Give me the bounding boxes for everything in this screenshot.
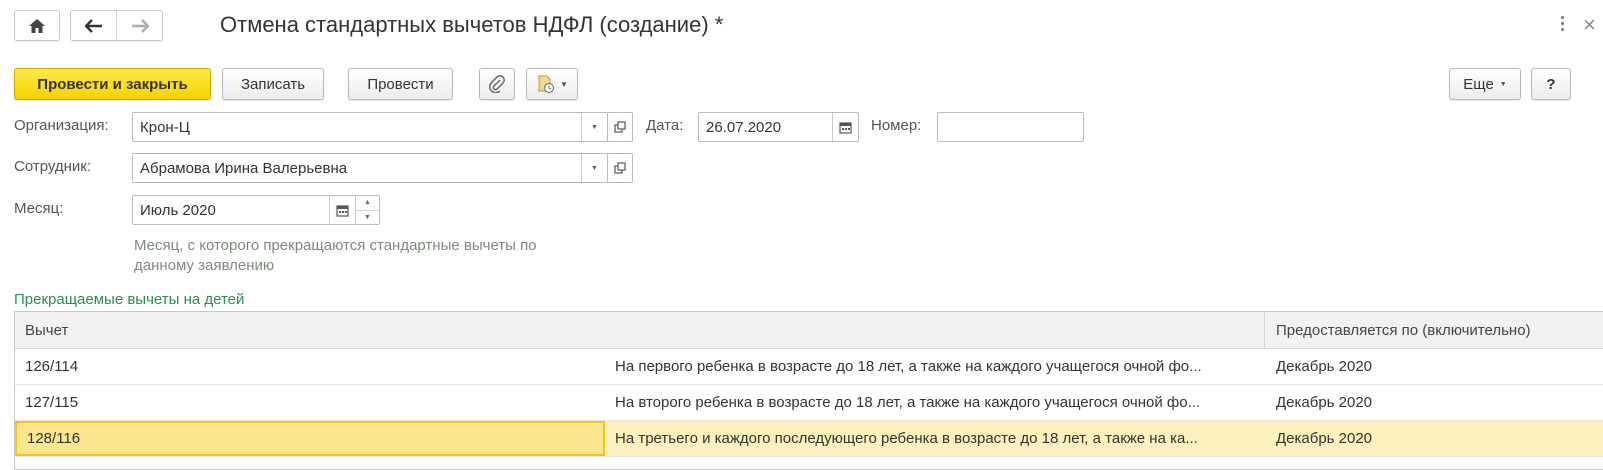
date-value[interactable]: 26.07.2020: [699, 113, 832, 141]
spin-down-icon[interactable]: ▼: [356, 209, 379, 225]
deduction-until[interactable]: Декабрь 2020: [1266, 385, 1603, 420]
forward-button[interactable]: [116, 11, 162, 40]
month-value[interactable]: Июль 2020: [133, 196, 329, 224]
table-row[interactable]: 127/115 На второго ребенка в возрасте до…: [15, 385, 1603, 421]
more-button[interactable]: Еще ▼: [1449, 68, 1521, 100]
calendar-icon: [336, 204, 349, 217]
history-navigation: [70, 10, 163, 41]
back-button[interactable]: [71, 11, 116, 40]
page-title: Отмена стандартных вычетов НДФЛ (создани…: [220, 12, 724, 37]
employee-value[interactable]: Абрамова Ирина Валерьевна: [133, 154, 581, 182]
organization-open-button[interactable]: [607, 112, 633, 142]
organization-label: Организация:: [14, 117, 109, 134]
table-row[interactable]: 126/114 На первого ребенка в возрасте до…: [15, 349, 1603, 385]
organization-value[interactable]: Крон-Ц: [133, 113, 581, 141]
employee-label: Сотрудник:: [14, 158, 92, 175]
table-row[interactable]: 128/116 На третьего и каждого последующе…: [15, 421, 1603, 457]
chevron-down-icon: ▼: [591, 164, 598, 172]
chevron-down-icon: ▼: [591, 123, 598, 131]
home-icon: [29, 18, 45, 33]
open-window-icon: [614, 121, 626, 133]
table-header: Вычет Предоставляется по (включительно): [15, 312, 1603, 349]
date-field[interactable]: 26.07.2020: [698, 112, 859, 142]
close-icon[interactable]: ×: [1583, 12, 1596, 38]
open-window-icon: [614, 162, 626, 174]
deduction-description[interactable]: На первого ребенка в возрасте до 18 лет,…: [605, 349, 1266, 384]
number-label: Номер:: [871, 117, 922, 134]
spin-up-icon[interactable]: ▲: [356, 196, 379, 210]
post-and-close-button[interactable]: Провести и закрыть: [14, 68, 211, 100]
deduction-code[interactable]: 126/114: [15, 349, 605, 384]
deductions-table: Вычет Предоставляется по (включительно) …: [14, 311, 1603, 470]
arrow-left-icon: [84, 18, 102, 33]
kebab-menu-icon[interactable]: [1558, 16, 1566, 36]
home-button[interactable]: [14, 10, 60, 41]
paperclip-icon: [489, 75, 505, 93]
month-calendar-button[interactable]: [329, 196, 355, 224]
deduction-until[interactable]: Декабрь 2020: [1266, 349, 1603, 384]
employee-dropdown-button[interactable]: ▼: [581, 154, 607, 182]
date-label: Дата:: [646, 117, 684, 134]
arrow-right-icon: [131, 18, 149, 33]
month-field[interactable]: Июль 2020 ▲ ▼: [132, 195, 380, 225]
employee-field[interactable]: Абрамова Ирина Валерьевна ▼: [132, 153, 608, 183]
chevron-down-icon: ▼: [1499, 80, 1507, 88]
attach-button[interactable]: [479, 68, 515, 100]
help-button[interactable]: ?: [1531, 68, 1571, 100]
number-value[interactable]: [938, 113, 1083, 141]
column-header-until[interactable]: Предоставляется по (включительно): [1266, 312, 1603, 349]
month-spinner: ▲ ▼: [355, 196, 379, 224]
deduction-code[interactable]: 127/115: [15, 385, 605, 420]
deduction-until[interactable]: Декабрь 2020: [1266, 421, 1603, 456]
more-button-label: Еще: [1463, 75, 1494, 93]
month-label: Месяц:: [14, 200, 64, 217]
reports-dropdown-button[interactable]: ▼: [526, 68, 578, 100]
section-title: Прекращаемые вычеты на детей: [14, 291, 245, 308]
number-field[interactable]: [937, 112, 1084, 142]
deduction-code[interactable]: 128/116: [15, 421, 605, 456]
chevron-down-icon: ▼: [560, 79, 568, 89]
post-button[interactable]: Провести: [348, 68, 453, 100]
deduction-description[interactable]: На третьего и каждого последующего ребен…: [605, 421, 1266, 456]
organization-field[interactable]: Крон-Ц ▼: [132, 112, 608, 142]
column-header-deduction[interactable]: Вычет: [15, 312, 1265, 349]
calendar-icon: [839, 121, 852, 134]
employee-open-button[interactable]: [607, 153, 633, 183]
organization-dropdown-button[interactable]: ▼: [581, 113, 607, 141]
deduction-description[interactable]: На второго ребенка в возрасте до 18 лет,…: [605, 385, 1266, 420]
date-calendar-button[interactable]: [832, 113, 858, 141]
month-hint: Месяц, с которого прекращаются стандартн…: [134, 237, 537, 274]
document-report-icon: [538, 75, 555, 94]
save-button[interactable]: Записать: [222, 68, 324, 100]
